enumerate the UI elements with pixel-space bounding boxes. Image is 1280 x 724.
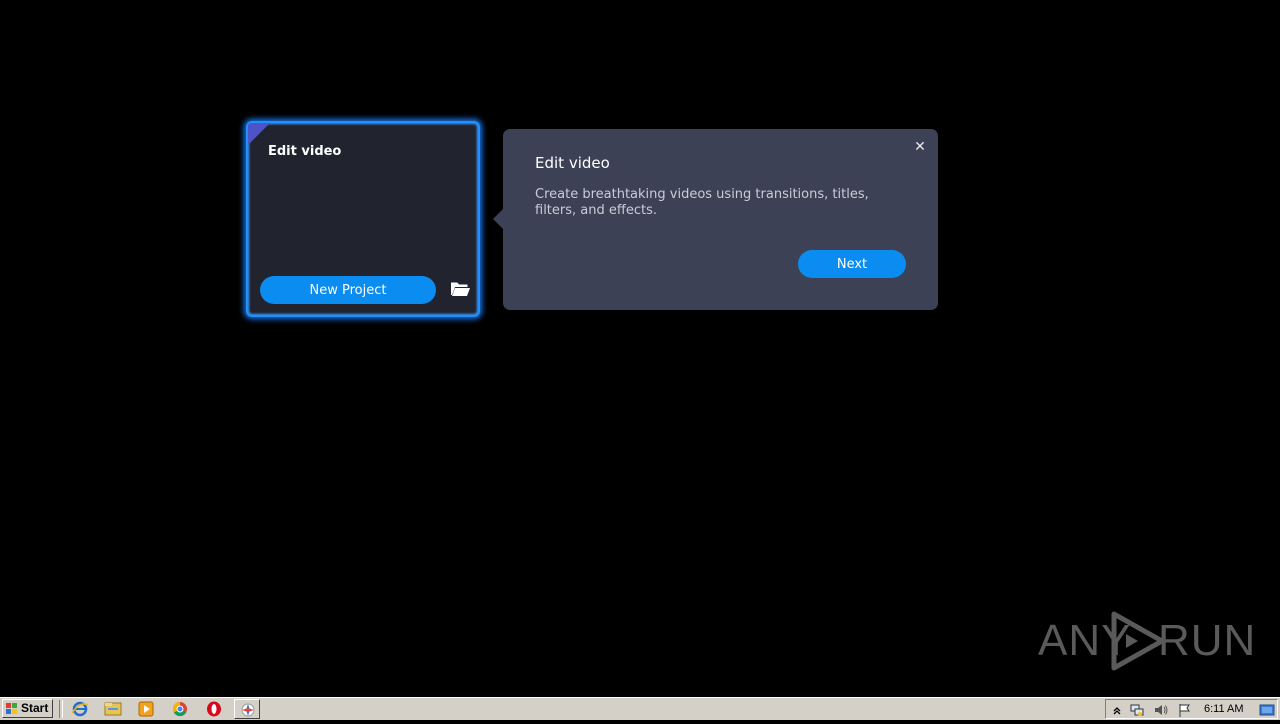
tutorial-popup: Edit video Create breathtaking videos us… [493, 129, 938, 310]
edit-video-card[interactable]: Edit video New Project [246, 121, 480, 317]
close-icon[interactable]: ✕ [912, 139, 928, 155]
taskbar: Start 6:11 AM [0, 697, 1280, 720]
action-center-flag-icon[interactable] [1177, 702, 1193, 718]
show-desktop-icon[interactable] [1259, 702, 1275, 718]
popup-title: Edit video [535, 154, 610, 172]
next-button[interactable]: Next [798, 250, 906, 278]
taskbar-separator [59, 700, 63, 718]
chrome-icon[interactable] [167, 699, 193, 719]
volume-icon[interactable] [1153, 702, 1169, 718]
folder-open-icon[interactable] [449, 279, 471, 299]
card-corner-ribbon [248, 123, 270, 145]
file-explorer-icon[interactable] [100, 699, 126, 719]
media-player-icon[interactable] [133, 699, 159, 719]
taskbar-clock[interactable]: 6:11 AM [1204, 703, 1244, 715]
internet-explorer-icon[interactable] [67, 699, 93, 719]
watermark-text-right: RUN [1158, 616, 1257, 665]
show-hidden-icons-icon[interactable] [1109, 702, 1125, 718]
desktop-screen: Edit video New Project Edit video Create… [0, 0, 1280, 697]
start-label: Start [21, 701, 49, 715]
system-tray: 6:11 AM [1105, 699, 1278, 719]
app-icon[interactable] [234, 699, 260, 719]
anyrun-watermark: ANY RUN [1038, 608, 1255, 674]
opera-icon[interactable] [201, 699, 227, 719]
windows-logo-icon [6, 703, 17, 714]
start-button[interactable]: Start [2, 699, 53, 718]
popup-pointer-arrow [493, 209, 503, 229]
popup-description: Create breathtaking videos using transit… [535, 187, 869, 218]
card-title: Edit video [268, 144, 342, 159]
new-project-button[interactable]: New Project [260, 276, 436, 304]
network-icon[interactable] [1129, 702, 1145, 718]
